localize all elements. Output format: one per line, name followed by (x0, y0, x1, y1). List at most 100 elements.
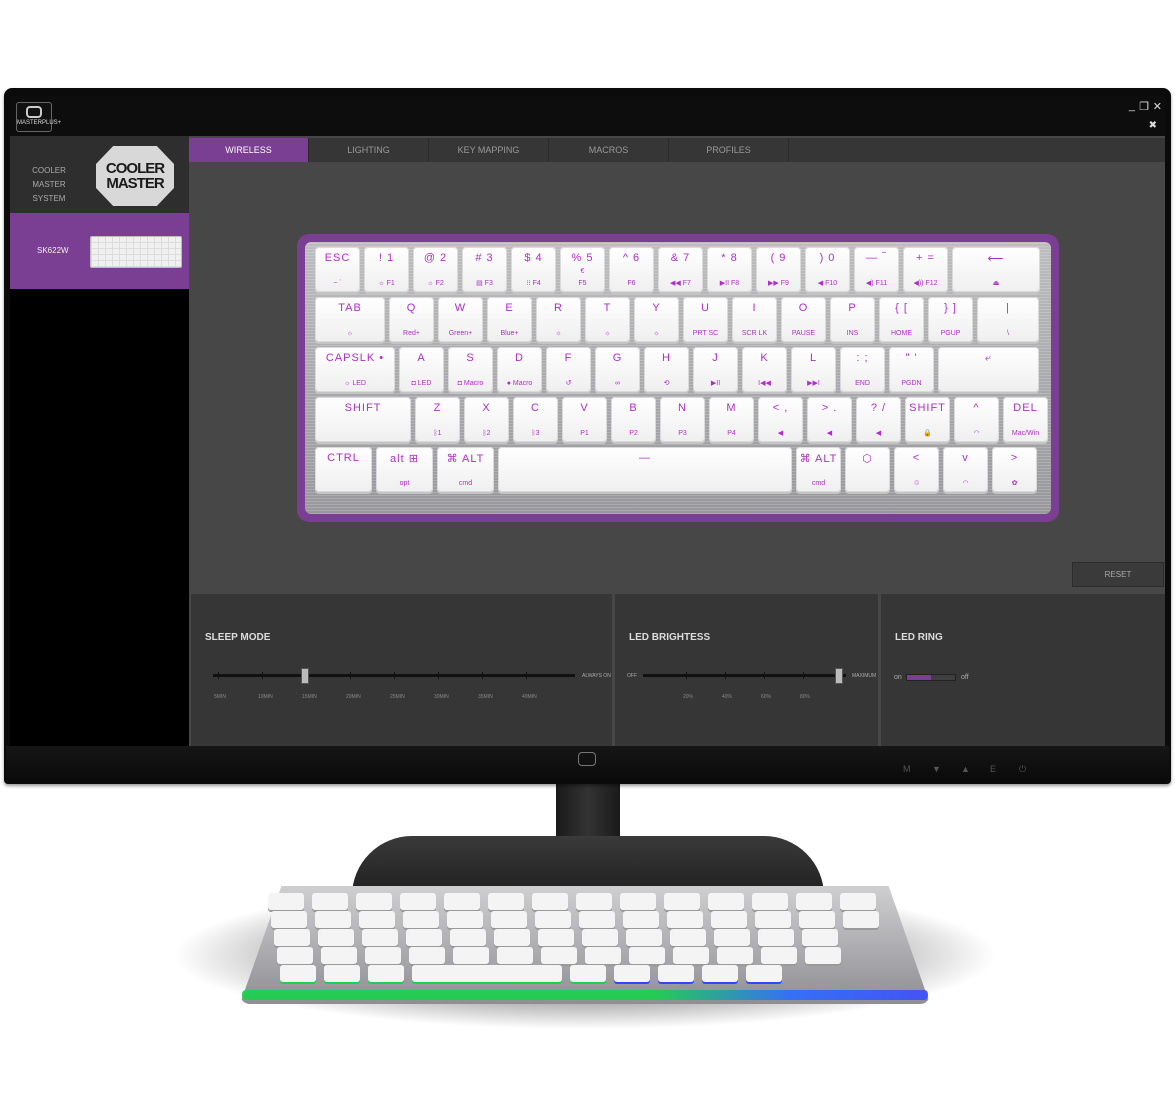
key-3-6[interactable]: N P3 (660, 397, 705, 442)
close-icon[interactable]: ✕ (1153, 100, 1162, 113)
physical-key (796, 893, 832, 910)
key-0-0[interactable]: ESC ~ ` (315, 247, 360, 292)
physical-key (658, 965, 694, 982)
key-primary-legend: P (848, 302, 857, 314)
key-3-0[interactable]: SHIFT (315, 397, 411, 442)
key-2-2[interactable]: S ◘ Macro (448, 347, 493, 392)
sleep-tick-label: 5MIN (214, 694, 226, 700)
key-4-4[interactable]: ⌘ ALT cmd (796, 447, 841, 492)
key-0-11[interactable]: — ‾ ◀) F11 (854, 247, 899, 292)
key-3-9[interactable]: > . ◀ (807, 397, 852, 442)
key-4-6[interactable]: < ♲ (894, 447, 939, 492)
key-3-5[interactable]: B P2 (611, 397, 656, 442)
sidebar: COOLER MASTER SYSTEM COOLER MASTER SK622… (10, 136, 189, 746)
key-4-2[interactable]: ⌘ ALT cmd (437, 447, 494, 492)
key-0-5[interactable]: % 5 € F5 (560, 247, 605, 292)
key-2-4[interactable]: F ↺ (546, 347, 591, 392)
key-1-11[interactable]: { [HOME (879, 297, 924, 342)
key-2-11[interactable]: " ' PGDN (889, 347, 934, 392)
key-2-9[interactable]: L ▶▶I (791, 347, 836, 392)
key-0-3[interactable]: # 3 ▤ F3 (462, 247, 507, 292)
key-3-12[interactable]: ^ ◠ (954, 397, 999, 442)
tab-key-mapping[interactable]: KEY MAPPING (429, 138, 549, 162)
key-2-7[interactable]: J ▶II (693, 347, 738, 392)
physical-key (324, 965, 360, 982)
key-2-1[interactable]: A ◘ LED (399, 347, 444, 392)
key-0-4[interactable]: $ 4 ⁝⁝ F4 (511, 247, 556, 292)
brightness-tick-label: 20% (683, 694, 694, 700)
physical-key (406, 929, 442, 946)
settings-tool-icon[interactable]: ✖ (1149, 120, 1157, 131)
key-3-10[interactable]: ? / ◀ (856, 397, 901, 442)
key-1-6[interactable]: Y ☼ (634, 297, 679, 342)
key-3-11[interactable]: SHIFT 🔒 (905, 397, 950, 442)
key-0-8[interactable]: * 8 ▶II F8 (707, 247, 752, 292)
key-4-1[interactable]: alt ⊞ opt (376, 447, 433, 492)
key-primary-legend: J (712, 352, 719, 364)
key-4-8[interactable]: > ✿ (992, 447, 1037, 492)
key-1-7[interactable]: U PRT SC (683, 297, 728, 342)
masterplus-logo-icon[interactable]: MASTERPLUS+ (16, 102, 61, 132)
key-1-5[interactable]: T ☼ (585, 297, 630, 342)
key-3-13[interactable]: DEL Mac/Win (1003, 397, 1048, 442)
sleep-tick (262, 672, 263, 679)
reset-button[interactable]: RESET (1072, 562, 1164, 587)
key-3-4[interactable]: V P1 (562, 397, 607, 442)
key-3-1[interactable]: Z ᛒ1 (415, 397, 460, 442)
key-4-3[interactable]: — (498, 447, 792, 492)
key-secondary-legend: ◀ (777, 430, 784, 437)
brightness-slider-thumb[interactable] (835, 668, 843, 684)
led-ring-toggle[interactable] (906, 674, 956, 681)
key-1-2[interactable]: W Green+ (438, 297, 483, 342)
tab-profiles[interactable]: PROFILES (669, 138, 789, 162)
tab-wireless[interactable]: WIRELESS (189, 138, 309, 162)
sidebar-item-sk622w[interactable]: SK622W (10, 213, 189, 289)
key-0-1[interactable]: ! 1 ☼ F1 (364, 247, 409, 292)
key-0-7[interactable]: & 7 ◀◀ F7 (658, 247, 703, 292)
key-2-3[interactable]: D ● Macro (497, 347, 542, 392)
key-4-7[interactable]: v ◠ (943, 447, 988, 492)
tab-macros[interactable]: MACROS (549, 138, 669, 162)
tab-lighting[interactable]: LIGHTING (309, 138, 429, 162)
key-0-12[interactable]: + = ◀)) F12 (903, 247, 948, 292)
key-1-4[interactable]: R ☼ (536, 297, 581, 342)
key-secondary-legend: opt (399, 480, 410, 487)
menu-icon[interactable]: M (903, 764, 911, 774)
key-2-5[interactable]: G ∞ (595, 347, 640, 392)
up-icon[interactable]: ▲ (961, 764, 970, 774)
key-2-8[interactable]: K I◀◀ (742, 347, 787, 392)
key-2-6[interactable]: H ⟲ (644, 347, 689, 392)
exit-icon[interactable]: E (990, 764, 996, 774)
brightness-slider-track[interactable] (643, 674, 846, 677)
key-4-0[interactable]: CTRL (315, 447, 372, 492)
key-1-8[interactable]: I SCR LK (732, 297, 777, 342)
key-3-2[interactable]: X ᛒ2 (464, 397, 509, 442)
key-0-2[interactable]: @ 2 ☼ F2 (413, 247, 458, 292)
key-3-8[interactable]: < , ◀ (758, 397, 803, 442)
down-icon[interactable]: ▼ (932, 764, 941, 774)
key-2-0[interactable]: CAPSLK • ☼ LED (315, 347, 395, 392)
key-1-9[interactable]: O PAUSE (781, 297, 826, 342)
key-3-3[interactable]: C ᛒ3 (513, 397, 558, 442)
key-1-3[interactable]: E Blue+ (487, 297, 532, 342)
key-0-6[interactable]: ^ 6 F6 (609, 247, 654, 292)
sleep-slider-thumb[interactable] (301, 668, 309, 684)
key-1-1[interactable]: Q Red+ (389, 297, 434, 342)
key-1-0[interactable]: TAB ☼ (315, 297, 385, 342)
key-primary-legend: ( 9 (770, 252, 787, 264)
key-0-10[interactable]: ) 0 ◀ F10 (805, 247, 850, 292)
key-1-12[interactable]: } ] PGUP (928, 297, 973, 342)
key-0-13[interactable]: ⟵ ⏏ (952, 247, 1040, 292)
key-0-9[interactable]: ( 9 ▶▶ F9 (756, 247, 801, 292)
key-3-7[interactable]: M P4 (709, 397, 754, 442)
key-1-10[interactable]: P INS (830, 297, 875, 342)
key-2-10[interactable]: : ; END (840, 347, 885, 392)
key-secondary-legend: ♲ (913, 480, 920, 487)
minimize-icon[interactable]: _ (1129, 100, 1135, 112)
key-4-5[interactable]: ⬡ (845, 447, 890, 492)
power-icon[interactable]: ⏻ (1019, 764, 1026, 775)
physical-key (614, 965, 650, 982)
restore-icon[interactable]: ❐ (1139, 100, 1149, 113)
key-1-13[interactable]: | \ (977, 297, 1039, 342)
key-2-12[interactable]: ⤶ (938, 347, 1039, 392)
